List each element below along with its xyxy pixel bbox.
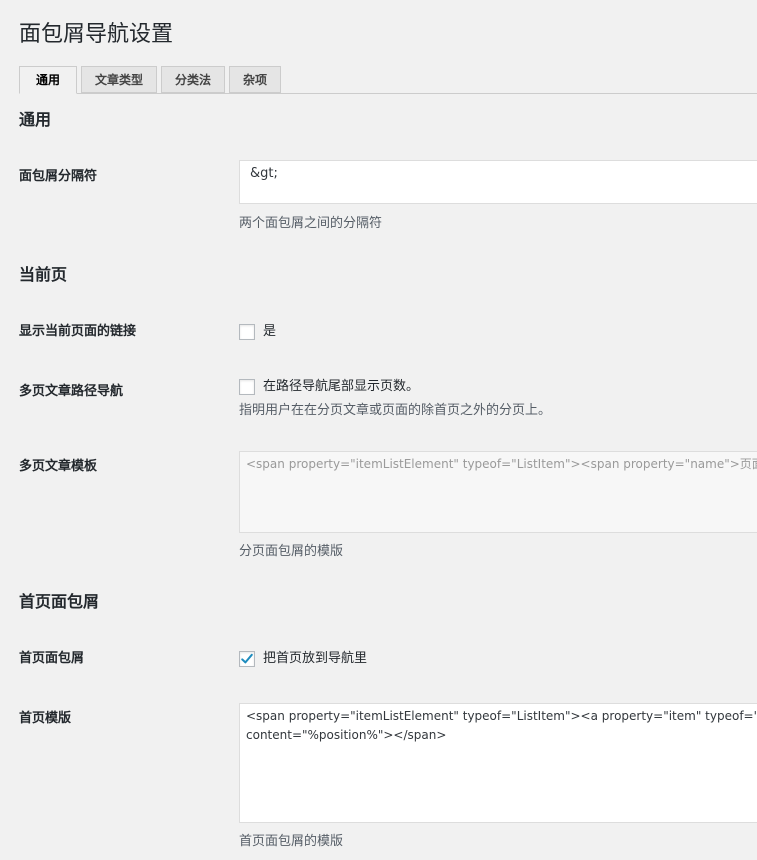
home-breadcrumb-label: 首页面包屑 [19,651,85,666]
paged-template-textarea[interactable]: <span property="itemListElement" typeof=… [239,451,757,533]
separator-description: 两个面包屑之间的分隔符 [239,216,383,231]
paged-template-description: 分页面包屑的模版 [239,544,344,559]
show-current-link-checkbox[interactable] [239,324,255,340]
tab-general[interactable]: 通用 [19,66,77,94]
home-template-label: 首页模版 [19,711,72,726]
separator-input[interactable]: &gt; [239,160,757,204]
section-title-general: 通用 [19,110,52,129]
tab-post-types[interactable]: 文章类型 [81,66,157,93]
tab-taxonomies[interactable]: 分类法 [161,66,225,93]
page-title: 面包屑导航设置 [19,22,174,47]
separator-label: 面包屑分隔符 [19,169,98,184]
paged-template-label: 多页文章模板 [19,459,98,474]
home-breadcrumb-checkbox-label[interactable]: 把首页放到导航里 [263,650,367,668]
paged-description: 指明用户在在分页文章或页面的除首页之外的分页上。 [239,403,552,418]
home-template-textarea[interactable]: <span property="itemListElement" typeof=… [239,703,757,823]
show-current-link-label: 显示当前页面的链接 [19,324,137,339]
home-breadcrumb-checkbox[interactable] [239,651,255,667]
checkmark-icon [241,653,253,664]
section-title-current-page: 当前页 [19,265,68,284]
show-current-link-checkbox-label[interactable]: 是 [263,323,276,341]
paged-checkbox-label[interactable]: 在路径导航尾部显示页数。 [263,378,419,396]
paged-checkbox[interactable] [239,379,255,395]
tab-misc[interactable]: 杂项 [229,66,281,93]
section-title-home: 首页面包屑 [19,592,100,611]
paged-label: 多页文章路径导航 [19,384,124,399]
settings-tabs: 通用 文章类型 分类法 杂项 [0,66,757,94]
home-template-description: 首页面包屑的模版 [239,834,344,849]
